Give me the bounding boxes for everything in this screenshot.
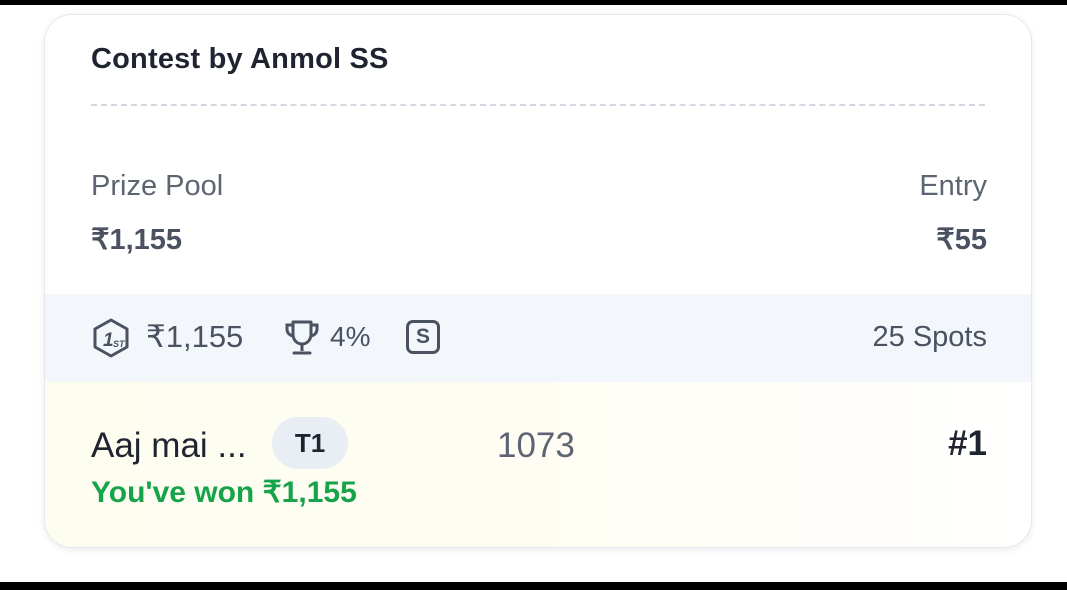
entry-label: Entry xyxy=(919,170,987,202)
single-entry-badge: S xyxy=(406,320,440,354)
svg-text:1: 1 xyxy=(103,330,114,351)
winnings-text: You've won ₹1,155 xyxy=(91,476,357,509)
team-badge: T1 xyxy=(272,417,348,469)
bottom-edge-bar xyxy=(0,582,1067,590)
contest-title: Contest by Anmol SS xyxy=(91,43,389,75)
dashed-divider xyxy=(91,104,985,106)
winners-percent: 4% xyxy=(330,321,371,352)
team-rank: #1 xyxy=(948,424,987,463)
team-points: 1073 xyxy=(497,426,575,465)
team-name: Aaj mai ... xyxy=(91,426,247,465)
spots-count: 25 Spots xyxy=(872,321,987,353)
first-prize-value: ₹1,155 xyxy=(146,319,244,354)
first-place-icon: 1 ST xyxy=(93,318,129,358)
contest-card[interactable]: Contest by Anmol SS Prize Pool Entry ₹1,… xyxy=(44,14,1032,548)
team-row[interactable]: Aaj mai ... T1 1073 #1 You've won ₹1,155 xyxy=(45,382,1031,547)
svg-text:ST: ST xyxy=(113,339,126,349)
entry-amount: ₹55 xyxy=(936,224,987,256)
contest-info-strip: 1 ST ₹1,155 4% S 25 Spots xyxy=(45,294,1031,382)
top-edge-bar xyxy=(0,0,1067,5)
prize-pool-amount: ₹1,155 xyxy=(91,224,183,256)
prize-pool-label: Prize Pool xyxy=(91,170,224,202)
trophy-icon xyxy=(285,320,319,355)
